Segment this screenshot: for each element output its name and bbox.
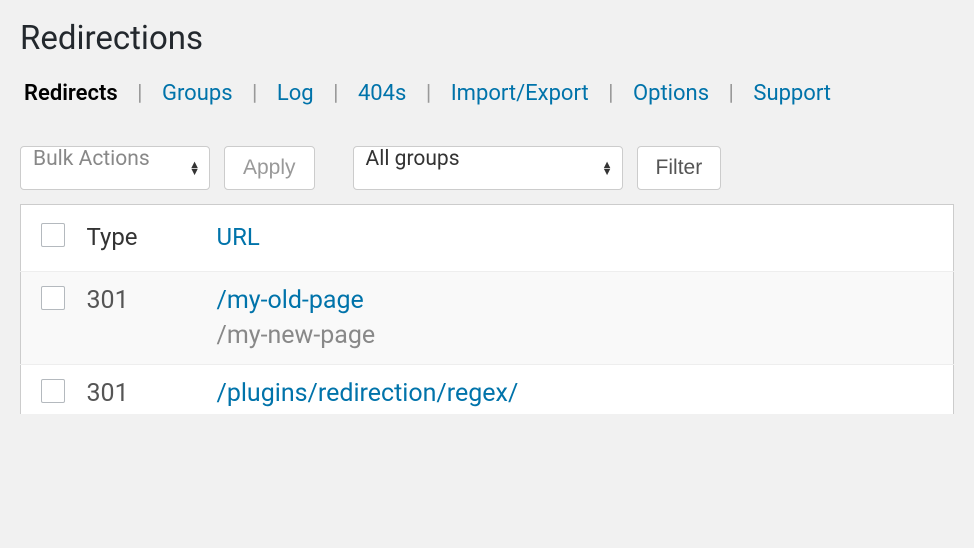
row-checkbox[interactable] bbox=[41, 286, 65, 310]
row-type: 301 bbox=[77, 271, 207, 364]
tab-import-export[interactable]: Import/Export bbox=[447, 81, 593, 106]
column-url[interactable]: URL bbox=[207, 204, 954, 271]
separator: | bbox=[242, 81, 267, 106]
separator: | bbox=[598, 81, 623, 106]
bulk-actions-select[interactable]: Bulk Actions bbox=[20, 146, 210, 190]
tab-groups[interactable]: Groups bbox=[158, 81, 237, 106]
row-type: 301 bbox=[77, 364, 207, 414]
row-checkbox[interactable] bbox=[41, 379, 65, 403]
row-source-url[interactable]: /plugins/redirection/regex/ bbox=[217, 379, 944, 414]
tab-options[interactable]: Options bbox=[629, 81, 713, 106]
subnav: Redirects | Groups | Log | 404s | Import… bbox=[20, 81, 954, 106]
apply-button[interactable]: Apply bbox=[224, 146, 315, 190]
table-row: 301 /plugins/redirection/regex/ bbox=[21, 364, 954, 414]
separator: | bbox=[323, 81, 348, 106]
separator: | bbox=[719, 81, 744, 106]
separator: | bbox=[416, 81, 441, 106]
row-target-url: /my-new-page bbox=[217, 321, 944, 350]
filter-button[interactable]: Filter bbox=[637, 146, 722, 190]
toolbar: Bulk Actions ▲▼ Apply All groups ▲▼ Filt… bbox=[20, 146, 954, 190]
column-type: Type bbox=[77, 204, 207, 271]
tab-log[interactable]: Log bbox=[273, 81, 318, 106]
tab-404s[interactable]: 404s bbox=[354, 81, 410, 106]
tab-redirects[interactable]: Redirects bbox=[20, 81, 122, 106]
page-title: Redirections bbox=[20, 18, 954, 61]
select-all-checkbox[interactable] bbox=[41, 223, 65, 247]
tab-support[interactable]: Support bbox=[749, 81, 835, 106]
row-source-url[interactable]: /my-old-page bbox=[217, 286, 944, 321]
separator: | bbox=[127, 81, 152, 106]
table-row: 301 /my-old-page /my-new-page bbox=[21, 271, 954, 364]
redirects-table: Type URL 301 /my-old-page /my-new-page 3… bbox=[20, 204, 954, 414]
groups-select[interactable]: All groups bbox=[353, 146, 623, 190]
select-all-header bbox=[21, 204, 77, 271]
